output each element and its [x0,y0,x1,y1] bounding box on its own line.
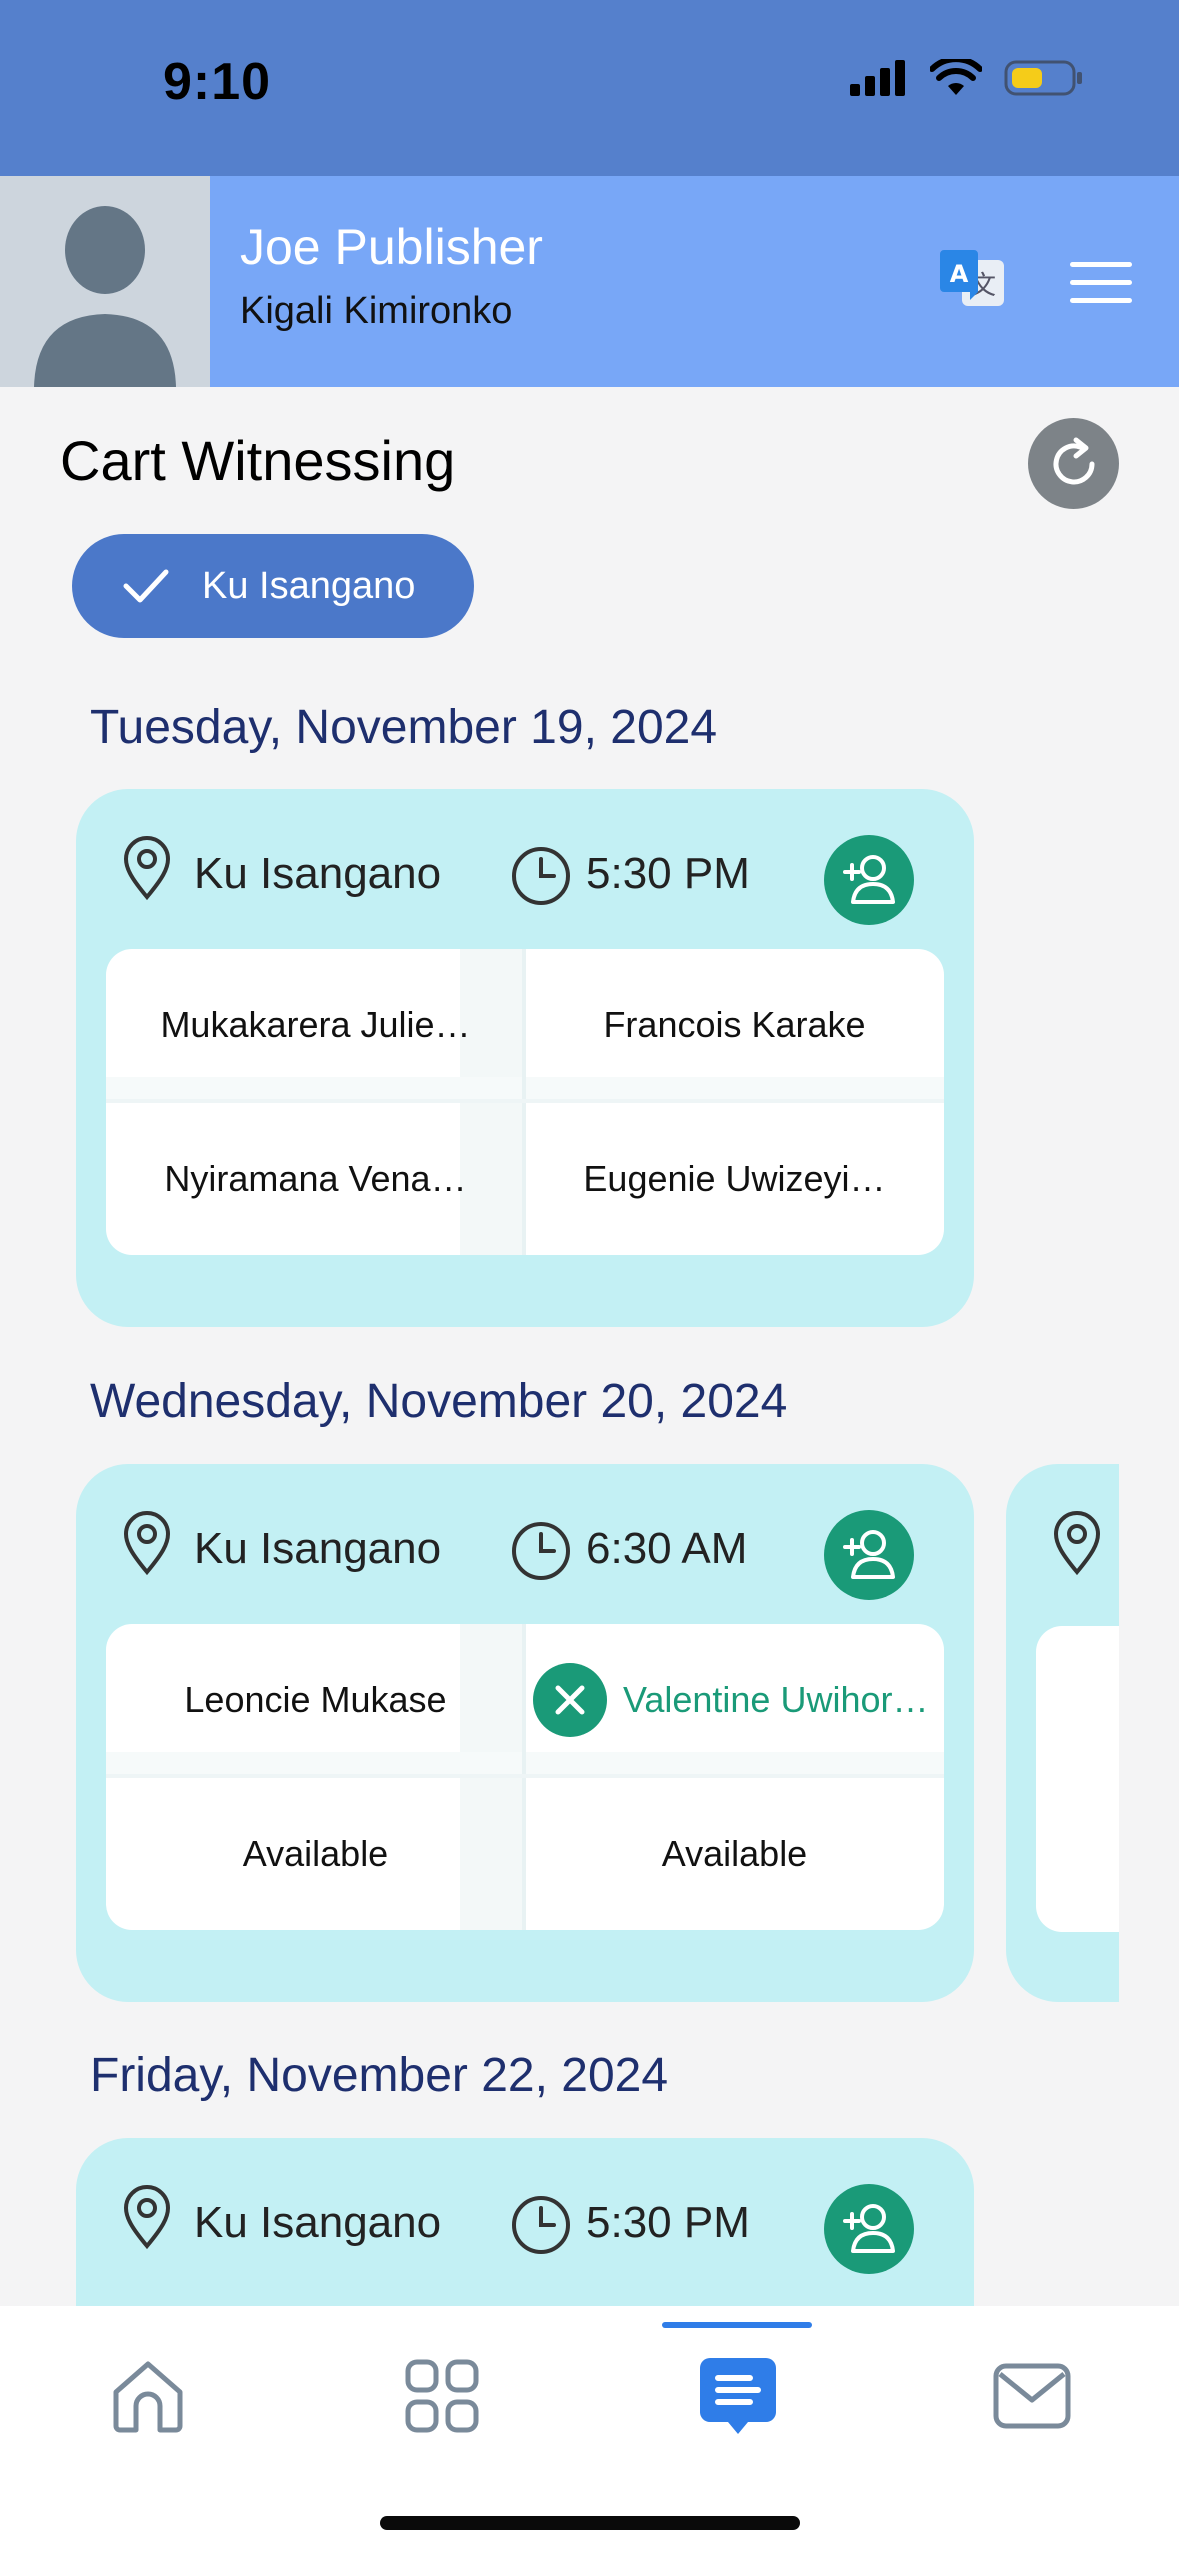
nav-messages[interactable] [972,2346,1092,2446]
remove-self-button[interactable] [533,1663,607,1737]
shift-card[interactable]: Ku Isangano 5:30 PM Mukakarera Julie… Fr… [76,789,974,1327]
signal-icon [850,60,905,96]
shift-location: Ku Isangano [194,2198,442,2247]
participant-slot[interactable]: Francois Karake [525,949,944,1101]
shift-location: Ku Isangano [194,849,442,898]
home-icon [113,2361,183,2433]
clock-icon [512,847,570,905]
shift-location: Ku Isangano [194,1524,442,1573]
status-bar: 9:10 [0,0,1179,176]
hamburger-menu-icon[interactable] [1070,262,1132,303]
wifi-icon [930,59,982,95]
battery-icon [1004,60,1082,96]
shift-time: 5:30 PM [586,849,750,898]
nav-schedule[interactable] [678,2346,798,2446]
refresh-icon [1053,437,1094,484]
clock-icon [512,1522,570,1580]
date-heading: Friday, November 22, 2024 [90,2049,669,2102]
clock-icon [512,2196,570,2254]
refresh-button[interactable] [1028,418,1119,509]
svg-text:A: A [950,260,969,288]
nav-home[interactable] [88,2346,208,2446]
mail-icon [993,2363,1071,2429]
location-filter-chip[interactable]: Ku Isangano [72,534,474,638]
participant-slot[interactable]: Leoncie Mukase [106,1624,525,1776]
location-pin-icon [1053,1511,1101,1576]
participant-grid: Mukakarera Julie… Francois Karake Nyiram… [106,949,944,1255]
participant-slot[interactable]: Mukakarera Julie… [106,949,525,1101]
status-icons [850,58,1084,98]
shift-time: 5:30 PM [586,2198,750,2247]
nav-active-indicator [662,2322,812,2328]
app-header: Joe Publisher Kigali Kimironko 文 A [0,176,1179,387]
add-user-icon [843,1530,895,1579]
location-pin-icon [123,836,171,901]
shift-card-header: Ku Isangano 5:30 PM [76,2138,974,2302]
filter-chip-label: Ku Isangano [202,564,416,607]
user-avatar-icon [34,206,176,387]
avatar[interactable] [0,176,210,387]
add-participant-button[interactable] [824,1510,914,1600]
add-user-icon [843,855,895,904]
page-title: Cart Witnessing [60,429,456,492]
location-pin-icon [123,2185,171,2250]
shift-time: 6:30 AM [586,1524,748,1573]
checkmark-icon [123,569,169,603]
user-location: Kigali Kimironko [240,290,513,332]
participant-grid: Leoncie Mukase Valentine Uwihor… Availab… [106,1624,944,1930]
user-name: Joe Publisher [240,219,543,275]
close-icon [555,1685,585,1715]
nav-dashboard[interactable] [382,2346,502,2446]
available-slot[interactable]: Available [525,1778,944,1930]
grid-icon [405,2359,479,2433]
shift-card-header: Ku Isangano 6:30 AM [76,1464,974,1628]
add-user-icon [843,2204,895,2253]
participant-grid-peek [1036,1626,1119,1932]
available-slot[interactable]: Available [106,1778,525,1930]
add-participant-button[interactable] [824,835,914,925]
participant-slot[interactable]: Nyiramana Vena… [106,1103,525,1255]
participant-slot[interactable]: Eugenie Uwizeyi… [525,1103,944,1255]
home-indicator [380,2516,800,2530]
translate-icon[interactable]: 文 A [940,248,1008,314]
date-heading: Wednesday, November 20, 2024 [90,1375,788,1428]
status-time: 9:10 [163,53,272,111]
shift-card[interactable]: Ku Isangano 6:30 AM Leoncie Mukase Valen… [76,1464,974,2002]
date-heading: Tuesday, November 19, 2024 [90,701,718,754]
location-pin-icon [123,1511,171,1576]
shift-card-peek[interactable] [1006,1464,1119,2002]
participant-name: Valentine Uwihor… [623,1679,929,1720]
add-participant-button[interactable] [824,2184,914,2274]
participant-slot-self[interactable]: Valentine Uwihor… [525,1624,944,1776]
schedule-icon [700,2358,776,2434]
shift-card-header: Ku Isangano 5:30 PM [76,789,974,953]
